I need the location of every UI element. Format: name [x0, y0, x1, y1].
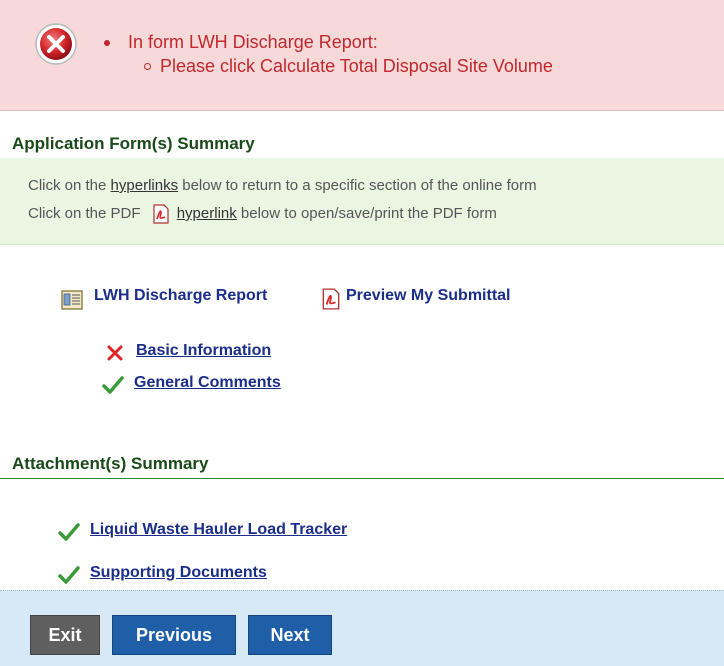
form-name: LWH Discharge Report: [94, 287, 268, 304]
attachment-link-supporting-documents[interactable]: Supporting Documents: [90, 564, 267, 582]
application-summary-heading: Application Form(s) Summary: [0, 128, 724, 159]
section-link-basic-information[interactable]: Basic Information: [136, 342, 271, 360]
bullet-icon: [104, 40, 110, 46]
section-link-general-comments[interactable]: General Comments: [134, 374, 281, 392]
instruction-line-1: Click on the hyperlinks below to return …: [28, 177, 537, 194]
checkmark-icon: [58, 566, 80, 584]
checkmark-icon: [102, 376, 124, 394]
attachment-link-load-tracker[interactable]: Liquid Waste Hauler Load Tracker: [90, 521, 347, 539]
previous-button[interactable]: Previous: [112, 615, 236, 655]
error-x-icon: [107, 345, 123, 361]
error-icon: [35, 23, 77, 65]
footer-button-bar: Exit Previous Next: [0, 590, 724, 666]
pdf-icon: [153, 204, 169, 224]
instructions-box: Click on the hyperlinks below to return …: [0, 158, 724, 245]
hyperlinks-link[interactable]: hyperlinks: [111, 177, 179, 194]
instruction-line-2: Click on the PDF hyperlink below to open…: [28, 204, 497, 224]
checkmark-icon: [58, 523, 80, 541]
error-message: Please click Calculate Total Disposal Si…: [160, 56, 553, 76]
error-banner: In form LWH Discharge Report: Please cli…: [0, 0, 724, 111]
circle-bullet-icon: [144, 63, 151, 70]
pdf-icon[interactable]: [320, 288, 342, 310]
preview-submittal-link[interactable]: Preview My Submittal: [346, 287, 511, 305]
attachment-summary-title: Attachment(s) Summary: [12, 454, 209, 473]
attachment-summary-heading: Attachment(s) Summary: [0, 448, 724, 479]
exit-button[interactable]: Exit: [30, 615, 100, 655]
next-button[interactable]: Next: [248, 615, 332, 655]
application-summary-title: Application Form(s) Summary: [12, 134, 255, 153]
form-document-icon: [61, 290, 83, 310]
error-form-text: In form LWH Discharge Report:: [128, 32, 378, 52]
hyperlink-link[interactable]: hyperlink: [177, 205, 237, 222]
